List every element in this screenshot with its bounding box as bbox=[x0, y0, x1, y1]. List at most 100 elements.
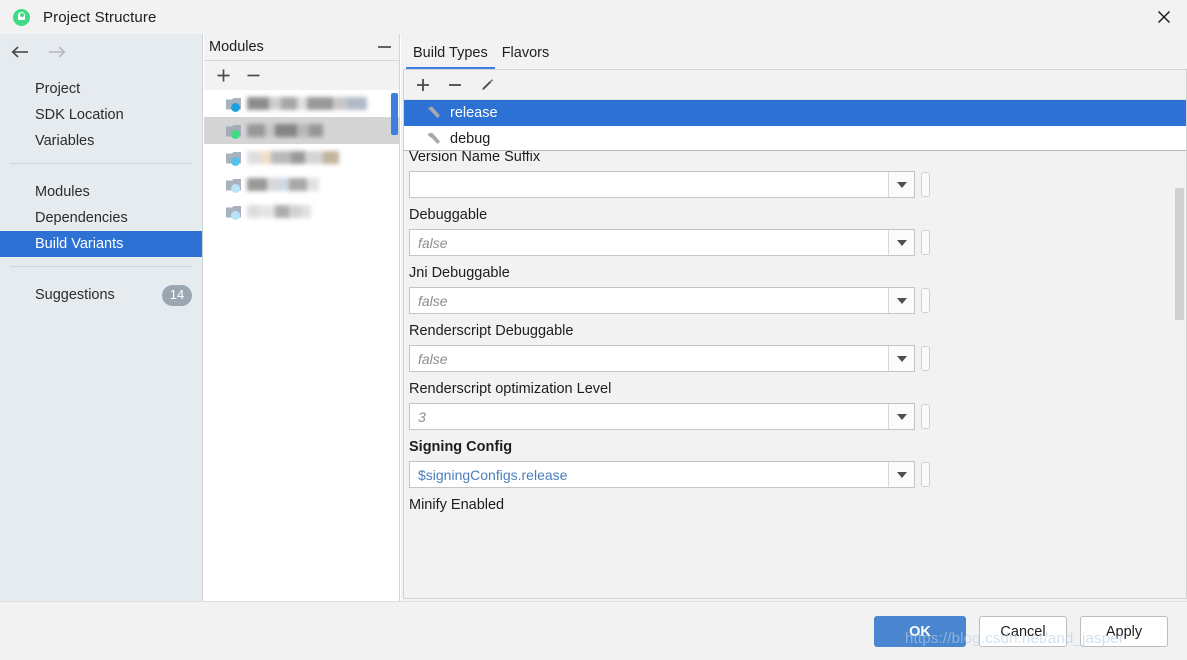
apply-button[interactable]: Apply bbox=[1080, 616, 1168, 647]
sidebar-item-modules[interactable]: Modules bbox=[0, 179, 202, 205]
jni-debuggable-browse-button[interactable] bbox=[921, 288, 930, 313]
chevron-down-icon[interactable] bbox=[888, 346, 914, 371]
dialog-footer: OK Cancel Apply bbox=[0, 601, 1187, 660]
module-name-redacted bbox=[247, 205, 311, 218]
field-label: Version Name Suffix bbox=[409, 150, 541, 165]
tab-bar: Build Types Flavors bbox=[401, 34, 1187, 69]
minimize-icon[interactable] bbox=[377, 40, 391, 54]
module-name-redacted bbox=[247, 178, 319, 191]
module-tree-row[interactable] bbox=[204, 144, 399, 171]
remove-build-type-button[interactable] bbox=[444, 74, 466, 96]
module-icon bbox=[226, 205, 242, 220]
form-scrollbar[interactable] bbox=[1173, 151, 1186, 598]
field-renderscript-debuggable: Renderscript Debuggable false bbox=[409, 314, 1186, 372]
ok-button[interactable]: OK bbox=[874, 616, 966, 647]
sidebar-item-label: Modules bbox=[35, 184, 90, 200]
tab-flavors[interactable]: Flavors bbox=[495, 45, 557, 69]
form-scrollbar-thumb[interactable] bbox=[1175, 188, 1184, 320]
arrow-right-icon[interactable] bbox=[45, 40, 69, 64]
combo-value: false bbox=[418, 292, 448, 309]
remove-module-button[interactable] bbox=[242, 65, 264, 87]
version-name-suffix-combo[interactable] bbox=[409, 171, 915, 198]
module-icon bbox=[226, 124, 242, 139]
modules-panel-title: Modules bbox=[209, 39, 264, 55]
field-label: Jni Debuggable bbox=[409, 265, 510, 281]
build-types-toolbar bbox=[404, 70, 1186, 100]
version-name-suffix-browse-button[interactable] bbox=[921, 172, 930, 197]
build-variants-pane: Build Types Flavors release debug Versio… bbox=[401, 34, 1187, 601]
tab-build-types[interactable]: Build Types bbox=[406, 45, 495, 69]
debuggable-combo[interactable]: false bbox=[409, 229, 915, 256]
signing-config-combo[interactable]: $signingConfigs.release bbox=[409, 461, 915, 488]
sidebar-item-label: Variables bbox=[35, 133, 95, 149]
combo-value: false bbox=[418, 350, 448, 367]
pencil-icon[interactable] bbox=[476, 74, 498, 96]
field-label: Renderscript optimization Level bbox=[409, 381, 612, 397]
sidebar-item-variables[interactable]: Variables bbox=[0, 128, 202, 154]
title-bar: Project Structure bbox=[0, 0, 1187, 34]
sidebar-item-label: Project bbox=[35, 81, 81, 97]
field-label: Debuggable bbox=[409, 207, 488, 223]
cancel-button[interactable]: Cancel bbox=[979, 616, 1067, 647]
sidebar-divider bbox=[10, 163, 192, 164]
sidebar-item-label: Dependencies bbox=[35, 210, 128, 226]
chevron-down-icon[interactable] bbox=[888, 462, 914, 487]
module-tree-row[interactable] bbox=[204, 90, 399, 117]
module-tree-row[interactable] bbox=[204, 117, 399, 144]
field-label: Minify Enabled bbox=[409, 497, 505, 513]
add-build-type-button[interactable] bbox=[412, 74, 434, 96]
sidebar-group-project: Project SDK Location Variables bbox=[0, 70, 202, 154]
sidebar: Project SDK Location Variables Modules D… bbox=[0, 34, 203, 601]
dialog-buttons: OK Cancel Apply bbox=[874, 616, 1168, 647]
sidebar-group-build: Modules Dependencies Build Variants bbox=[0, 173, 202, 257]
modules-scrollbar[interactable] bbox=[390, 90, 399, 599]
add-module-button[interactable] bbox=[212, 65, 234, 87]
field-minify-enabled: Minify Enabled bbox=[409, 488, 1186, 519]
renderscript-debuggable-combo[interactable]: false bbox=[409, 345, 915, 372]
field-signing-config: Signing Config $signingConfigs.release bbox=[409, 430, 1186, 488]
chevron-down-icon[interactable] bbox=[888, 230, 914, 255]
jni-debuggable-combo[interactable]: false bbox=[409, 287, 915, 314]
chevron-down-icon[interactable] bbox=[888, 172, 914, 197]
modules-tree[interactable] bbox=[204, 90, 399, 599]
sidebar-item-dependencies[interactable]: Dependencies bbox=[0, 205, 202, 231]
renderscript-debuggable-browse-button[interactable] bbox=[921, 346, 930, 371]
suggestions-count-badge: 14 bbox=[162, 284, 192, 306]
build-type-label: debug bbox=[450, 131, 491, 147]
sidebar-item-sdk-location[interactable]: SDK Location bbox=[0, 102, 202, 128]
build-type-icon bbox=[426, 105, 443, 121]
field-jni-debuggable: Jni Debuggable false bbox=[409, 256, 1186, 314]
modules-panel: Modules bbox=[204, 34, 400, 601]
sidebar-divider bbox=[10, 266, 192, 267]
arrow-left-icon[interactable] bbox=[9, 40, 33, 64]
module-name-redacted bbox=[247, 124, 323, 137]
renderscript-optimization-level-combo[interactable]: 3 bbox=[409, 403, 915, 430]
sidebar-item-suggestions[interactable]: Suggestions 14 bbox=[0, 282, 202, 308]
modules-toolbar bbox=[204, 61, 399, 90]
combo-value: false bbox=[418, 234, 448, 251]
module-tree-row[interactable] bbox=[204, 198, 399, 225]
tab-label: Build Types bbox=[413, 45, 488, 61]
sidebar-item-build-variants[interactable]: Build Variants bbox=[0, 231, 202, 257]
field-renderscript-optimization-level: Renderscript optimization Level 3 bbox=[409, 372, 1186, 430]
module-name-redacted bbox=[247, 151, 339, 164]
chevron-down-icon[interactable] bbox=[888, 288, 914, 313]
build-type-row-debug[interactable]: debug bbox=[404, 126, 1186, 152]
modules-scrollbar-thumb[interactable] bbox=[391, 93, 398, 135]
chevron-down-icon[interactable] bbox=[888, 404, 914, 429]
signing-config-browse-button[interactable] bbox=[921, 462, 930, 487]
close-icon[interactable] bbox=[1141, 0, 1187, 34]
module-tree-row[interactable] bbox=[204, 171, 399, 198]
field-label: Signing Config bbox=[409, 439, 513, 455]
combo-value: 3 bbox=[418, 408, 426, 425]
sidebar-group-suggestions: Suggestions 14 bbox=[0, 276, 202, 308]
android-logo-icon bbox=[13, 8, 30, 26]
combo-value: $signingConfigs.release bbox=[418, 466, 568, 483]
debuggable-browse-button[interactable] bbox=[921, 230, 930, 255]
sidebar-item-project[interactable]: Project bbox=[0, 76, 202, 102]
navigation-arrows bbox=[0, 34, 202, 70]
renderscript-optimization-level-browse-button[interactable] bbox=[921, 404, 930, 429]
build-types-list[interactable]: release debug bbox=[404, 100, 1186, 152]
module-icon bbox=[226, 178, 242, 193]
build-type-row-release[interactable]: release bbox=[404, 100, 1186, 126]
